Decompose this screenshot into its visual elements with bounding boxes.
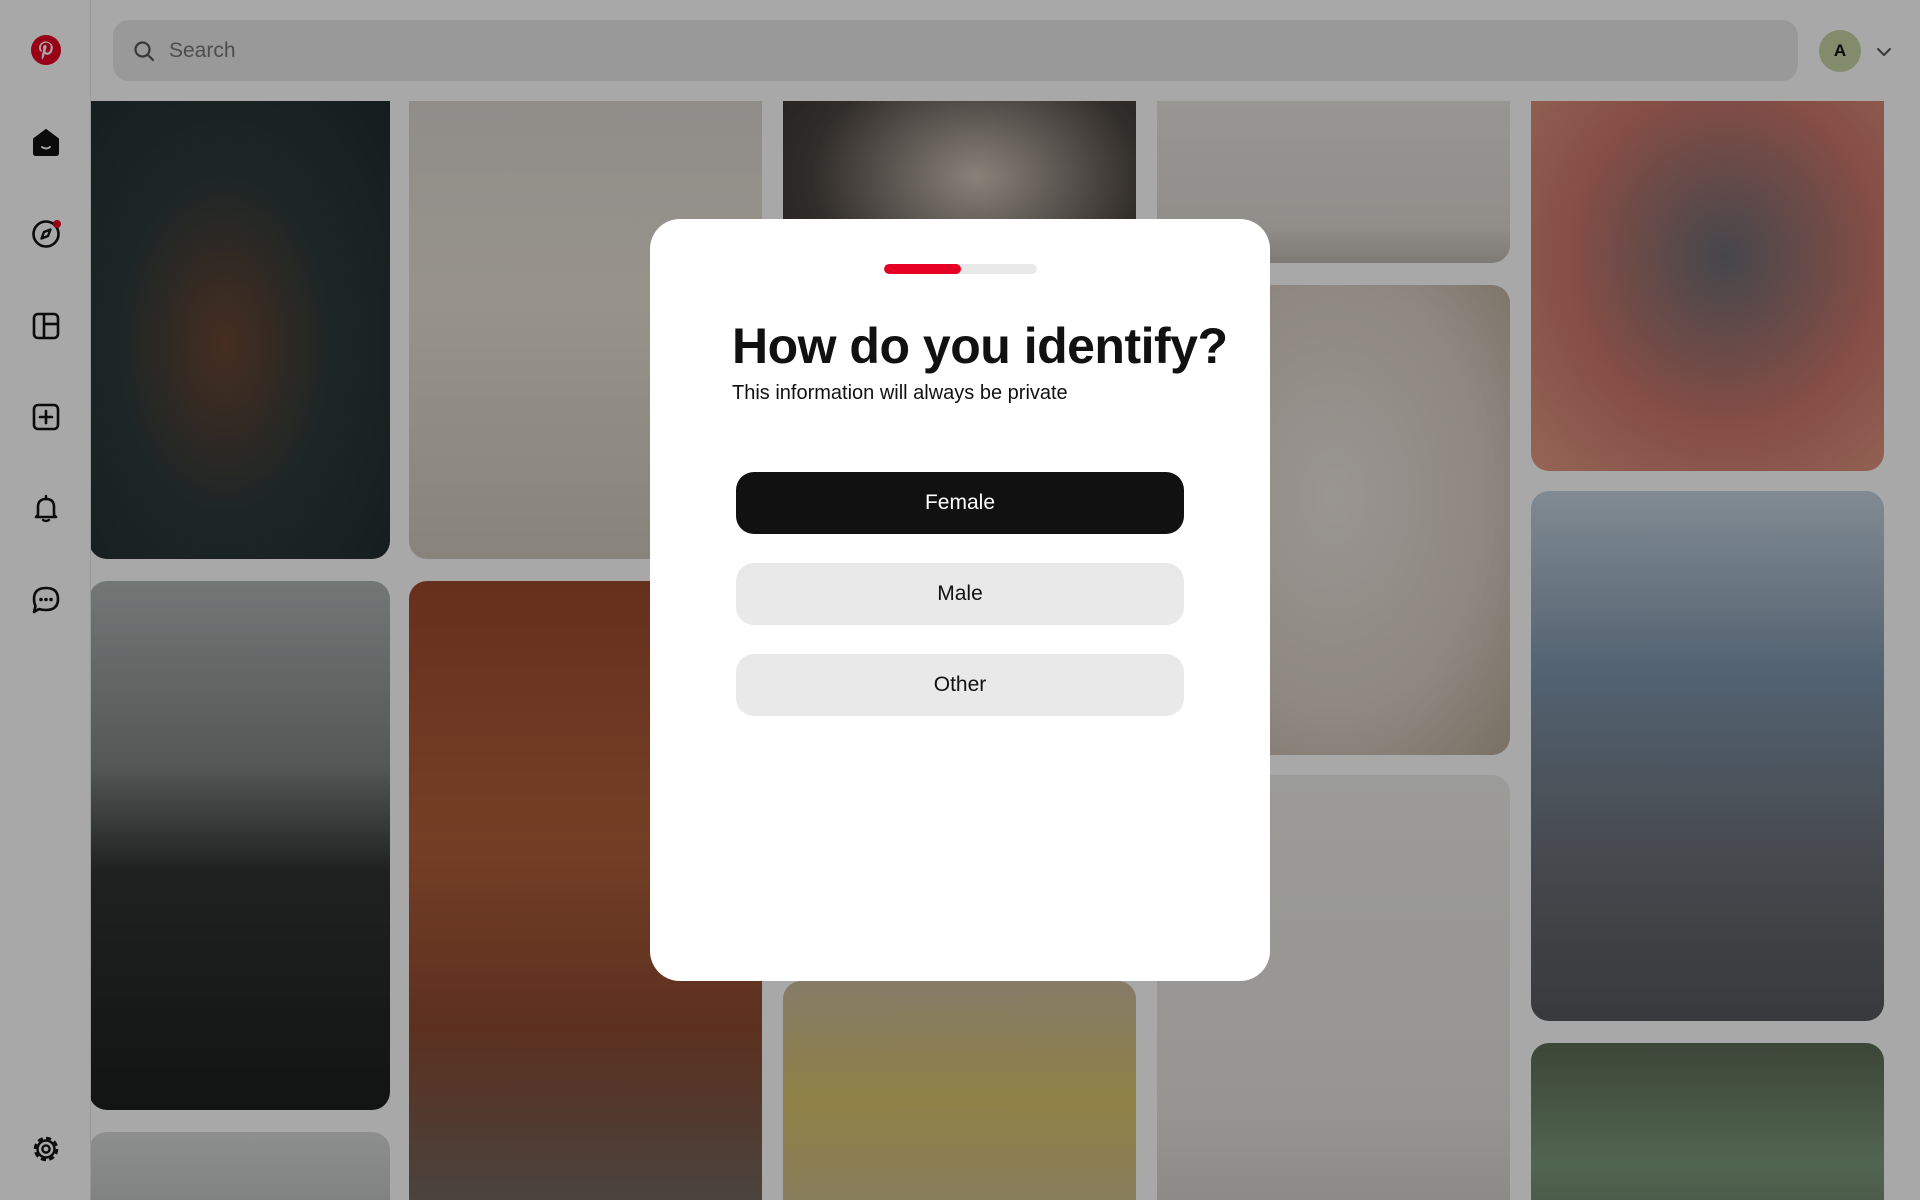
- progress-fill: [884, 264, 961, 274]
- progress-bar: [884, 264, 1037, 274]
- dialog-subtitle: This information will always be private: [732, 382, 1068, 404]
- dialog-title: How do you identify?: [732, 318, 1228, 374]
- female-button[interactable]: Female: [736, 472, 1184, 534]
- male-button[interactable]: Male: [736, 563, 1184, 625]
- other-button[interactable]: Other: [736, 654, 1184, 716]
- identify-dialog: How do you identify? This information wi…: [650, 219, 1270, 981]
